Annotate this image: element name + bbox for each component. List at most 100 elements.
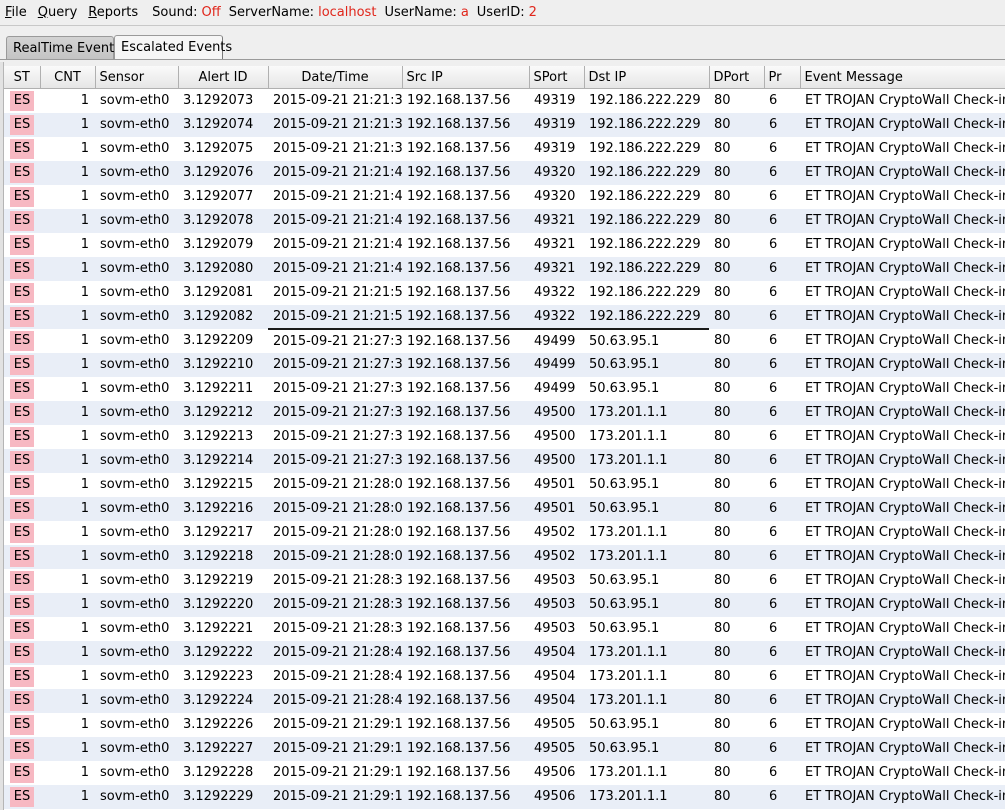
column-header-date-time[interactable]: Date/Time [268, 66, 403, 89]
table-row[interactable]: ES 1 sovm-eth0 3.1292211 2015-09-21 21:27:31… [4, 376, 1005, 401]
table-row[interactable]: ES 1 sovm-eth0 3.1292216 2015-09-21 21:28:04… [4, 496, 1005, 521]
cell-dst-ip: 192.186.222.229 [584, 208, 709, 233]
cell-date-time: 2015-09-21 21:21:58 [268, 280, 402, 305]
tab-realtime-events[interactable]: RealTime Events [6, 36, 121, 59]
menu-reports[interactable]: Reports [83, 5, 144, 20]
cell-event-message: ET TROJAN CryptoWall Check-in [800, 136, 1005, 161]
table-row[interactable]: ES 1 sovm-eth0 3.1292219 2015-09-21 21:28:39… [4, 568, 1005, 593]
table-row[interactable]: ES 1 sovm-eth0 3.1292220 2015-09-21 21:28:39… [4, 592, 1005, 617]
cell-src-ip: 192.168.137.56 [402, 376, 529, 401]
cell-dport: 80 [709, 520, 764, 545]
table-row[interactable]: ES 1 sovm-eth0 3.1292074 2015-09-21 21:21:38… [4, 112, 1005, 137]
cell-src-ip: 192.168.137.56 [402, 280, 529, 305]
cell-sport: 49321 [529, 256, 584, 281]
column-header-cnt[interactable]: CNT [40, 66, 96, 89]
cell-st: ES [4, 664, 40, 689]
cell-st: ES [4, 184, 40, 209]
cell-sport: 49505 [529, 736, 584, 761]
status-badge: ES [10, 90, 34, 111]
cell-cnt: 1 [40, 112, 95, 137]
cell-alert-id: 3.1292224 [178, 688, 268, 713]
table-row[interactable]: ES 1 sovm-eth0 3.1292228 2015-09-21 21:29:16… [4, 760, 1005, 785]
column-header-pr[interactable]: Pr [764, 66, 801, 89]
table-row[interactable]: ES 1 sovm-eth0 3.1292221 2015-09-21 21:28:39… [4, 616, 1005, 641]
table-row[interactable]: ES 1 sovm-eth0 3.1292227 2015-09-21 21:29:14… [4, 736, 1005, 761]
column-header-event-message[interactable]: Event Message [800, 66, 1005, 89]
table-row[interactable]: ES 1 sovm-eth0 3.1292079 2015-09-21 21:21:45… [4, 232, 1005, 257]
table-row[interactable]: ES 1 sovm-eth0 3.1292223 2015-09-21 21:28:42… [4, 664, 1005, 689]
cell-st: ES [4, 304, 40, 329]
cell-date-time: 2015-09-21 21:27:34 [268, 448, 402, 473]
column-header-sensor[interactable]: Sensor [95, 66, 179, 89]
cell-event-message: ET TROJAN CryptoWall Check-in [800, 376, 1005, 401]
cell-src-ip: 192.168.137.56 [402, 640, 529, 665]
column-header-src-ip[interactable]: Src IP [402, 66, 530, 89]
cell-cnt: 1 [40, 568, 95, 593]
cell-src-ip: 192.168.137.56 [402, 664, 529, 689]
cell-src-ip: 192.168.137.56 [402, 160, 529, 185]
table-row[interactable]: ES 1 sovm-eth0 3.1292078 2015-09-21 21:21:45… [4, 208, 1005, 233]
status-badge: ES [10, 594, 34, 615]
column-header-st[interactable]: ST [4, 66, 41, 89]
cell-dst-ip: 50.63.95.1 [584, 496, 709, 521]
cell-dst-ip: 50.63.95.1 [584, 736, 709, 761]
table-row[interactable]: ES 1 sovm-eth0 3.1292075 2015-09-21 21:21:38… [4, 136, 1005, 161]
cell-dport: 80 [709, 616, 764, 641]
table-row[interactable]: ES 1 sovm-eth0 3.1292226 2015-09-21 21:29:14… [4, 712, 1005, 737]
cell-dport: 80 [709, 496, 764, 521]
cell-src-ip: 192.168.137.56 [402, 616, 529, 641]
cell-pr: 6 [764, 496, 800, 521]
cell-sensor: sovm-eth0 [95, 400, 178, 425]
table-row[interactable]: ES 1 sovm-eth0 3.1292073 2015-09-21 21:21:38… [4, 88, 1005, 113]
table-row[interactable]: ES 1 sovm-eth0 3.1292213 2015-09-21 21:27:34… [4, 424, 1005, 449]
table-row[interactable]: ES 1 sovm-eth0 3.1292214 2015-09-21 21:27:34… [4, 448, 1005, 473]
table-row[interactable]: ES 1 sovm-eth0 3.1292081 2015-09-21 21:21:58… [4, 280, 1005, 305]
cell-cnt: 1 [40, 688, 95, 713]
cell-event-message: ET TROJAN CryptoWall Check-in [800, 328, 1005, 353]
cell-date-time: 2015-09-21 21:21:41 [268, 184, 402, 209]
cell-alert-id: 3.1292221 [178, 616, 268, 641]
status-badge: ES [10, 282, 34, 303]
table-row[interactable]: ES 1 sovm-eth0 3.1292082 2015-09-21 21:21:58… [4, 304, 1005, 330]
table-row[interactable]: ES 1 sovm-eth0 3.1292222 2015-09-21 21:28:42… [4, 640, 1005, 665]
table-row[interactable]: ES 1 sovm-eth0 3.1292076 2015-09-21 21:21:41… [4, 160, 1005, 185]
cell-alert-id: 3.1292082 [178, 304, 268, 329]
column-header-alert-id[interactable]: Alert ID [178, 66, 269, 89]
status-badge: ES [10, 642, 34, 663]
status-badge: ES [10, 786, 34, 807]
cell-alert-id: 3.1292214 [178, 448, 268, 473]
cell-cnt: 1 [40, 496, 95, 521]
cell-pr: 6 [764, 568, 800, 593]
table-row[interactable]: ES 1 sovm-eth0 3.1292210 2015-09-21 21:27:31… [4, 352, 1005, 377]
table-row[interactable]: ES 1 sovm-eth0 3.1292209 2015-09-21 21:27:31… [4, 328, 1005, 353]
column-header-dport[interactable]: DPort [709, 66, 765, 89]
cell-src-ip: 192.168.137.56 [402, 736, 529, 761]
table-row[interactable]: ES 1 sovm-eth0 3.1292215 2015-09-21 21:28:04… [4, 472, 1005, 497]
cell-st: ES [4, 352, 40, 377]
cell-sport: 49319 [529, 112, 584, 137]
column-header-sport[interactable]: SPort [529, 66, 585, 89]
cell-sensor: sovm-eth0 [95, 496, 178, 521]
table-row[interactable]: ES 1 sovm-eth0 3.1292080 2015-09-21 21:21:45… [4, 256, 1005, 281]
table-row[interactable]: ES 1 sovm-eth0 3.1292217 2015-09-21 21:28:09… [4, 520, 1005, 545]
column-header-dst-ip[interactable]: Dst IP [584, 66, 710, 89]
tab-escalated-events[interactable]: Escalated Events [114, 35, 232, 59]
cell-st: ES [4, 232, 40, 257]
table-row[interactable]: ES 1 sovm-eth0 3.1292218 2015-09-21 21:28:09… [4, 544, 1005, 569]
menu-file[interactable]: File [0, 5, 33, 20]
table-row[interactable]: ES 1 sovm-eth0 3.1292077 2015-09-21 21:21:41… [4, 184, 1005, 209]
table-row[interactable]: ES 1 sovm-eth0 3.1292224 2015-09-21 21:28:42… [4, 688, 1005, 713]
cell-dport: 80 [709, 328, 764, 353]
cell-src-ip: 192.168.137.56 [402, 592, 529, 617]
menu-query[interactable]: Query [33, 5, 84, 20]
cell-date-time: 2015-09-21 21:27:34 [268, 424, 402, 449]
table-row[interactable]: ES 1 sovm-eth0 3.1292229 2015-09-21 21:29:16… [4, 784, 1005, 809]
cell-event-message: ET TROJAN CryptoWall Check-in [800, 664, 1005, 689]
cell-dst-ip: 173.201.1.1 [584, 424, 709, 449]
cell-dst-ip: 50.63.95.1 [584, 712, 709, 737]
cell-dst-ip: 173.201.1.1 [584, 448, 709, 473]
table-row[interactable]: ES 1 sovm-eth0 3.1292212 2015-09-21 21:27:34… [4, 400, 1005, 425]
tab-bar: RealTime Events Escalated Events [0, 26, 1005, 62]
cell-sport: 49504 [529, 664, 584, 689]
cell-sensor: sovm-eth0 [95, 784, 178, 809]
